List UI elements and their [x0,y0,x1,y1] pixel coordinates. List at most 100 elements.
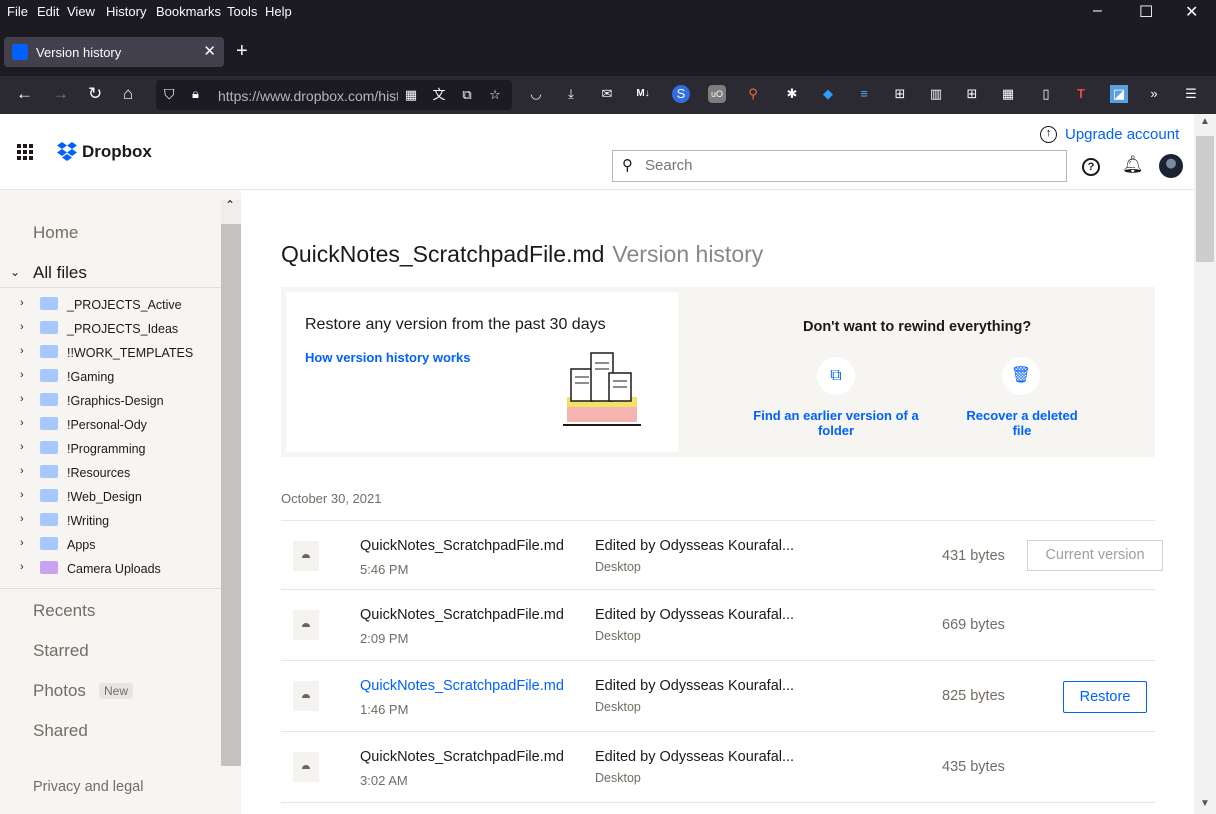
hamburger-menu-icon[interactable]: ☰ [1182,85,1200,103]
privacy-legal-link[interactable]: Privacy and legal [33,779,143,795]
chevron-right-icon[interactable]: › [20,297,24,309]
sidebar-item-home[interactable]: Home [33,223,78,243]
app-launcher-icon[interactable] [17,144,33,160]
restore-button[interactable]: Restore [1063,681,1147,713]
translate-icon[interactable]: 文 [430,86,448,104]
sidebar-folder[interactable]: › Camera Uploads [0,557,221,581]
sidebar-scrollbar[interactable]: ⌃ [221,198,241,766]
downloads-icon[interactable]: ⤓ [562,85,580,103]
chevron-right-icon[interactable]: › [20,321,24,333]
search-box[interactable]: ⚲ [612,150,1067,182]
reader-icon[interactable]: ▦ [402,86,420,104]
chevron-right-icon[interactable]: › [20,513,24,525]
grid-icon[interactable]: ⊞ [963,85,981,103]
pin-icon[interactable]: ⚲ [744,85,762,103]
table-row[interactable]: QuickNotes_ScratchpadFile.md 5:46 PM Edi… [281,520,1163,591]
version-file-name[interactable]: QuickNotes_ScratchpadFile.md [360,749,564,765]
tab-close-icon[interactable]: ✕ [203,42,216,60]
chevron-right-icon[interactable]: › [20,369,24,381]
how-version-history-works-link[interactable]: How version history works [305,350,470,365]
chevron-right-icon[interactable]: › [20,393,24,405]
folder-restore-icon[interactable]: ⧉ [817,357,855,395]
chevron-right-icon[interactable]: › [20,561,24,573]
overflow-chevron-icon[interactable]: » [1145,85,1163,103]
stack-icon[interactable]: ≡ [855,85,873,103]
maximize-icon[interactable]: ☐ [1139,2,1153,22]
document-icon[interactable]: ▯ [1037,85,1055,103]
sidebar-item-starred[interactable]: Starred [33,641,89,661]
sidebar-folder[interactable]: › !Resources [0,461,221,485]
sidebar-folder[interactable]: › !Gaming [0,365,221,389]
minimize-icon[interactable]: – [1093,2,1102,20]
trash-icon[interactable]: 🗑︎ [1002,357,1040,395]
table-row[interactable]: QuickNotes_ScratchpadFile.md 3:02 AM Edi… [281,731,1155,802]
back-icon[interactable]: ← [16,84,33,104]
sidebar-folder[interactable]: › !Web_Design [0,485,221,509]
bars-icon[interactable]: ▥ [927,85,945,103]
version-file-name[interactable]: QuickNotes_ScratchpadFile.md [360,607,564,623]
help-icon[interactable]: ? [1082,158,1100,176]
chevron-right-icon[interactable]: › [20,489,24,501]
chevron-right-icon[interactable]: › [20,441,24,453]
bookmark-star-icon[interactable]: ☆ [486,86,504,104]
chevron-down-icon[interactable]: ⌄ [10,265,20,279]
new-tab-icon[interactable]: + [236,40,248,63]
text-t-icon[interactable]: T [1072,85,1090,103]
page-scrollbar[interactable]: ▲ ▼ [1194,114,1216,814]
version-file-name[interactable]: QuickNotes_ScratchpadFile.md [360,678,564,694]
apps-plus-icon[interactable]: ⊞ [891,85,909,103]
dropbox-logo-icon[interactable] [56,142,78,162]
scroll-up-icon[interactable]: ▲ [1200,116,1210,127]
upgrade-account-link[interactable]: Upgrade account [1065,126,1179,143]
menu-view[interactable]: View [67,4,95,19]
reload-icon[interactable]: ↻ [88,84,102,104]
chevron-right-icon[interactable]: › [20,345,24,357]
table-row[interactable]: QuickNotes_ScratchpadFile.md 1:46 PM Edi… [281,660,1155,731]
chevron-right-icon[interactable]: › [20,537,24,549]
recover-deleted-file-link[interactable]: Recover a deleted file [961,408,1083,438]
tiles-icon[interactable]: ▦ [999,85,1017,103]
sidebar-folder[interactable]: › Apps [0,533,221,557]
sidebar-folder[interactable]: › !Personal-Ody [0,413,221,437]
sidebar-item-photos[interactable]: Photos [33,681,86,701]
search-input[interactable] [645,157,1045,174]
find-earlier-folder-version-link[interactable]: Find an earlier version of a folder [751,408,921,438]
sidebar-item-recents[interactable]: Recents [33,601,95,621]
menu-edit[interactable]: Edit [37,4,59,19]
url-text[interactable]: https://www.dropbox.com/history [218,88,398,104]
sidebar-scroll-thumb[interactable] [221,224,241,766]
url-bar[interactable]: ⛉ 🔒︎ https://www.dropbox.com/history ▦ 文… [156,80,512,110]
notification-bell-icon[interactable]: 🔔︎ [1122,155,1144,175]
sidebar-item-all-files[interactable]: All files [33,263,87,283]
menu-file[interactable]: File [7,4,28,19]
menu-help[interactable]: Help [265,4,292,19]
picture-in-picture-icon[interactable]: ⧉ [458,86,476,104]
ublock-icon[interactable]: uO [708,85,726,103]
image-icon[interactable]: ◪ [1110,85,1128,103]
chevron-right-icon[interactable]: › [20,417,24,429]
home-icon[interactable]: ⌂ [123,84,133,104]
scroll-down-icon[interactable]: ▼ [1200,798,1210,809]
tab-version-history[interactable]: Version history ✕ [4,37,224,67]
shield-icon[interactable]: ⛉ [164,86,175,103]
chevron-right-icon[interactable]: › [20,465,24,477]
menu-bookmarks[interactable]: Bookmarks [156,4,221,19]
dropbox-logo-text[interactable]: Dropbox [82,142,152,162]
sidebar-folder[interactable]: › !Programming [0,437,221,461]
table-row[interactable]: QuickNotes_ScratchpadFile.md 2:09 PM Edi… [281,589,1155,660]
page-scroll-thumb[interactable] [1196,136,1214,262]
extension-s-icon[interactable]: S [672,85,690,103]
version-file-name[interactable]: QuickNotes_ScratchpadFile.md [360,538,564,554]
diamond-icon[interactable]: ◆ [819,85,837,103]
sidebar-item-shared[interactable]: Shared [33,721,88,741]
sidebar-folder[interactable]: › !Writing [0,509,221,533]
avatar[interactable] [1159,154,1183,178]
close-window-icon[interactable]: ✕ [1185,2,1198,22]
sidebar-folder[interactable]: › !Graphics-Design [0,389,221,413]
menu-tools[interactable]: Tools [227,4,257,19]
sidebar-folder[interactable]: › _PROJECTS_Ideas [0,317,221,341]
pocket-icon[interactable]: ◡ [527,85,545,103]
forward-icon[interactable]: → [52,84,69,104]
mail-icon[interactable]: ✉ [598,85,616,103]
sidebar-folder[interactable]: › _PROJECTS_Active [0,293,221,317]
